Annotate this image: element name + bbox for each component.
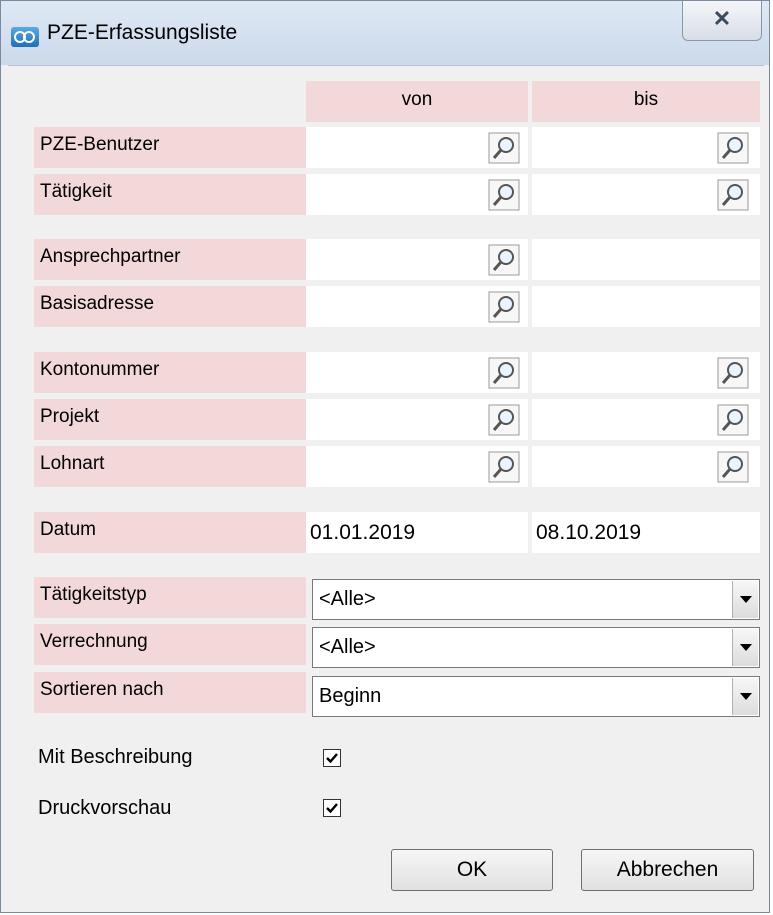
label-taetigkeitstyp: Tätigkeitstyp xyxy=(34,577,306,618)
magnifier-lookup-icon[interactable] xyxy=(717,179,749,211)
magnifier-lookup-icon[interactable] xyxy=(488,244,520,276)
magnifier-lookup-icon[interactable] xyxy=(488,179,520,211)
dialog-body: von bis PZE-Benutzer Tätigkeit Ansprechp… xyxy=(8,65,764,911)
magnifier-lookup-icon[interactable] xyxy=(717,132,749,164)
chevron-down-icon[interactable] xyxy=(732,581,758,618)
magnifier-lookup-icon[interactable] xyxy=(717,404,749,436)
magnifier-lookup-icon[interactable] xyxy=(488,357,520,389)
datum-bis-field[interactable]: 08.10.2019 xyxy=(532,512,760,553)
verrechnung-select[interactable]: <Alle> xyxy=(312,627,760,668)
label-verrechnung: Verrechnung xyxy=(34,624,306,665)
label-taetigkeit: Tätigkeit xyxy=(34,174,306,215)
chevron-down-icon[interactable] xyxy=(732,629,758,666)
close-button[interactable]: ✕ xyxy=(682,1,762,41)
label-kontonummer: Kontonummer xyxy=(34,352,306,393)
label-ansprechpartner: Ansprechpartner xyxy=(34,239,306,280)
taetigkeitstyp-select[interactable]: <Alle> xyxy=(312,579,760,620)
checkmark-icon xyxy=(326,803,338,814)
taetigkeitstyp-value: <Alle> xyxy=(319,588,376,610)
datum-von-field[interactable]: 01.01.2019 xyxy=(306,512,528,553)
label-datum: Datum xyxy=(34,512,306,553)
cancel-button[interactable]: Abbrechen xyxy=(581,849,754,891)
sortieren-nach-select[interactable]: Beginn xyxy=(312,676,760,717)
magnifier-lookup-icon[interactable] xyxy=(717,451,749,483)
label-pze-benutzer: PZE-Benutzer xyxy=(34,127,306,168)
ok-button[interactable]: OK xyxy=(391,849,553,891)
mit-beschreibung-checkbox[interactable] xyxy=(323,749,341,767)
verrechnung-value: <Alle> xyxy=(319,636,376,658)
label-projekt: Projekt xyxy=(34,399,306,440)
ansprechpartner-empty-cell xyxy=(532,239,760,280)
label-sortieren-nach: Sortieren nach xyxy=(34,672,306,713)
chevron-down-icon[interactable] xyxy=(732,678,758,715)
dialog-window: PZE-Erfassungsliste ✕ von bis PZE-Benutz… xyxy=(0,0,770,913)
title-bar[interactable]: PZE-Erfassungsliste ✕ xyxy=(1,1,769,65)
magnifier-lookup-icon[interactable] xyxy=(717,357,749,389)
label-druckvorschau: Druckvorschau xyxy=(38,797,172,819)
magnifier-lookup-icon[interactable] xyxy=(488,404,520,436)
label-lohnart: Lohnart xyxy=(34,446,306,487)
window-title: PZE-Erfassungsliste xyxy=(47,21,238,44)
basisadresse-empty-cell xyxy=(532,286,760,327)
magnifier-lookup-icon[interactable] xyxy=(488,291,520,323)
label-basisadresse: Basisadresse xyxy=(34,286,306,327)
label-mit-beschreibung: Mit Beschreibung xyxy=(38,746,193,768)
magnifier-lookup-icon[interactable] xyxy=(488,132,520,164)
column-header-bis: bis xyxy=(532,81,760,122)
checkmark-icon xyxy=(326,753,338,764)
druckvorschau-checkbox[interactable] xyxy=(323,799,341,817)
column-header-von: von xyxy=(306,81,528,122)
magnifier-lookup-icon[interactable] xyxy=(488,451,520,483)
app-icon xyxy=(11,27,39,47)
sortieren-nach-value: Beginn xyxy=(319,685,382,707)
